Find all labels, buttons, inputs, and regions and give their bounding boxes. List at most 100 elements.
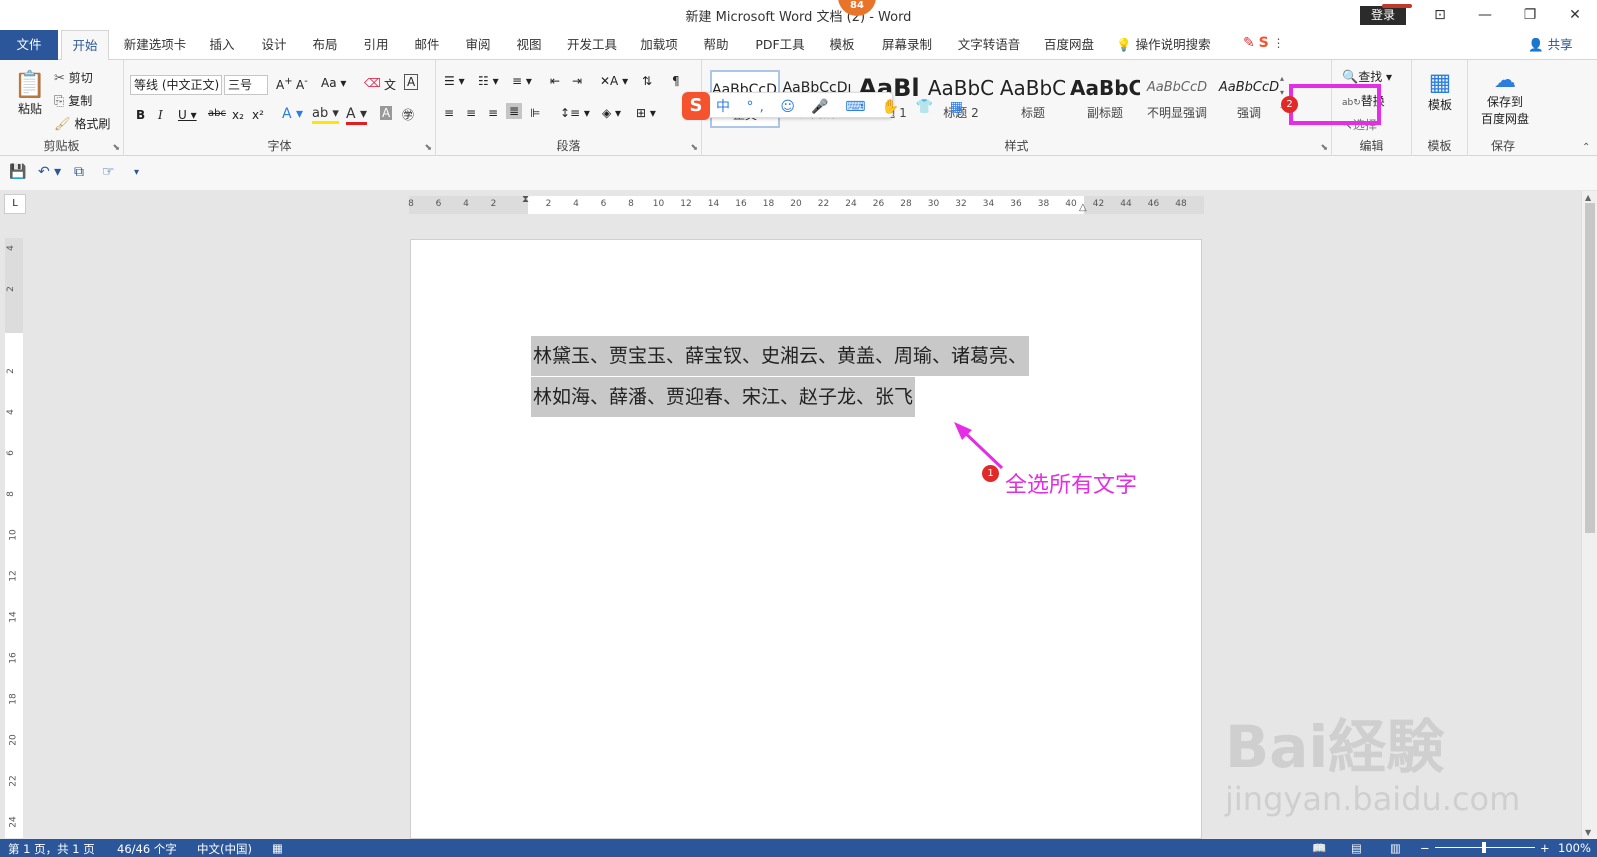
login-button[interactable]: 登录 — [1360, 4, 1412, 25]
save-to-baidu-button[interactable]: ☁ 保存到 百度网盘 — [1476, 68, 1534, 127]
vertical-ruler[interactable]: 4 2 2 4 6 8 10 12 14 16 18 20 22 24 — [5, 238, 23, 838]
numbering-icon[interactable]: ☷ ▾ — [478, 74, 499, 88]
word-count[interactable]: 46/46 个字 — [117, 841, 177, 857]
tab-pdf-tools[interactable]: PDF工具 — [748, 30, 812, 60]
format-painter-button[interactable]: 🖌 格式刷 — [54, 115, 110, 132]
ime-tools[interactable]: 中 °, ☺ 🎤 ⌨ ✋ 👕 ▦ — [716, 96, 969, 116]
tell-me-search[interactable]: 💡 操作说明搜索 — [1116, 30, 1211, 60]
grow-font-icon[interactable]: A+ — [276, 76, 293, 92]
style-subtitle[interactable]: AaBbC 副标题 — [1070, 70, 1140, 128]
paragraph-launcher-icon[interactable]: ⬊ — [690, 143, 698, 153]
multilevel-list-icon[interactable]: ≡ ▾ — [512, 74, 532, 88]
subscript-icon[interactable]: x₂ — [232, 108, 244, 122]
tab-file[interactable]: 文件 — [0, 30, 58, 60]
bullets-icon[interactable]: ☰ ▾ — [444, 74, 465, 88]
phonetic-guide-icon[interactable]: 文 — [384, 76, 396, 93]
sogou-logo-icon[interactable]: S — [682, 92, 710, 120]
font-color-icon[interactable]: A ▾ — [346, 106, 368, 125]
copy-button[interactable]: ⎘ 复制 — [54, 92, 92, 109]
change-case-icon[interactable]: Aa ▾ — [321, 76, 346, 90]
zoom-in-icon[interactable]: + — [1540, 841, 1550, 855]
tab-home[interactable]: 开始 — [61, 30, 109, 61]
increase-indent-icon[interactable]: ⇥ — [572, 74, 582, 88]
italic-icon[interactable]: I — [158, 108, 163, 122]
cut-button[interactable]: ✂ 剪切 — [54, 69, 93, 86]
language-indicator[interactable]: 中文(中国) — [197, 841, 252, 857]
show-marks-icon[interactable]: ¶ — [672, 74, 680, 88]
sogou-icon[interactable]: S — [1259, 35, 1269, 51]
tab-design[interactable]: 设计 — [254, 30, 294, 60]
collapse-ribbon-icon[interactable]: ⌃ — [1582, 142, 1590, 153]
tab-mailings[interactable]: 邮件 — [407, 30, 447, 60]
horizontal-ruler[interactable]: 8 6 4 2 2 4 6 8 10 12 14 16 18 20 22 24 26 28 30 32 34 36 38 40… — [408, 194, 1204, 214]
highlight-color-icon[interactable]: ab ▾ — [312, 106, 339, 124]
sort-icon[interactable]: ⇅ — [642, 74, 652, 88]
undo-icon[interactable]: ↶ ▾ — [38, 164, 61, 180]
font-launcher-icon[interactable]: ⬊ — [424, 143, 432, 153]
minimize-button[interactable]: — — [1463, 3, 1507, 27]
shrink-font-icon[interactable]: A- — [296, 76, 308, 92]
decrease-indent-icon[interactable]: ⇤ — [550, 74, 560, 88]
restore-button[interactable]: ❐ — [1508, 3, 1552, 27]
zoom-slider-thumb[interactable] — [1482, 842, 1486, 853]
clipboard-launcher-icon[interactable]: ⬊ — [112, 143, 120, 153]
save-icon[interactable]: 💾 — [9, 164, 26, 180]
tab-baidu-netdisk[interactable]: 百度网盘 — [1037, 30, 1101, 60]
enclose-characters-icon[interactable]: ㊫ — [402, 106, 414, 123]
tab-developer[interactable]: 开发工具 — [562, 30, 622, 60]
indent-marker-icon[interactable]: ⧗ — [522, 194, 529, 205]
right-indent-marker-icon[interactable]: △ — [1079, 202, 1087, 213]
align-left-icon[interactable]: ≡ — [444, 106, 454, 120]
page-count[interactable]: 第 1 页，共 1 页 — [8, 841, 95, 857]
tab-template[interactable]: 模板 — [822, 30, 862, 60]
zoom-out-icon[interactable]: − — [1420, 841, 1430, 855]
macro-record-icon[interactable]: ▦ — [272, 841, 283, 855]
customize-qat-icon[interactable]: ▾ — [134, 167, 139, 178]
zoom-level[interactable]: 100% — [1558, 841, 1591, 855]
document-page[interactable]: 林黛玉、贾宝玉、薛宝钗、史湘云、黄盖、周瑜、诸葛亮、 林如海、薛潘、贾迎春、宋江… — [410, 239, 1202, 839]
pdf-icon[interactable]: ✎ — [1243, 35, 1255, 51]
touch-mode-icon[interactable]: ☞ — [102, 164, 115, 180]
tab-help[interactable]: 帮助 — [696, 30, 736, 60]
tab-insert[interactable]: 插入 — [202, 30, 242, 60]
font-name-select[interactable]: 等线 (中文正文) — [130, 75, 222, 95]
strikethrough-icon[interactable]: abc — [208, 108, 226, 119]
character-shading-icon[interactable]: A — [380, 106, 393, 120]
paste-button[interactable]: 📋 粘贴 — [12, 70, 48, 117]
tab-text-to-speech[interactable]: 文字转语音 — [951, 30, 1027, 60]
template-button[interactable]: ▦ 模板 — [1424, 68, 1456, 113]
tab-addins[interactable]: 加载项 — [634, 30, 684, 60]
shading-icon[interactable]: ◈ ▾ — [602, 106, 621, 120]
read-mode-icon[interactable]: 📖 — [1312, 841, 1326, 855]
font-size-select[interactable]: 三号 — [224, 75, 268, 95]
tab-new-tab[interactable]: 新建选项卡 — [117, 30, 193, 60]
line-spacing-icon[interactable]: ↕≡ ▾ — [560, 106, 590, 120]
character-border-icon[interactable]: A — [404, 74, 419, 90]
vertical-scrollbar[interactable]: ▲ ▼ — [1581, 191, 1597, 839]
find-button[interactable]: 🔍查找 ▾ — [1342, 68, 1392, 85]
underline-icon[interactable]: U ▾ — [178, 108, 197, 122]
style-emphasis[interactable]: AaBbCcD 强调 — [1214, 70, 1284, 128]
text-effects-icon[interactable]: A ▾ — [282, 106, 303, 122]
align-right-icon[interactable]: ≡ — [488, 106, 498, 120]
bold-icon[interactable]: B — [136, 108, 145, 122]
style-subtle-emphasis[interactable]: AaBbCcD 不明显强调 — [1142, 70, 1212, 128]
style-title[interactable]: AaBbC 标题 — [998, 70, 1068, 128]
web-layout-icon[interactable]: ▥ — [1390, 841, 1401, 855]
scroll-down-icon[interactable]: ▼ — [1585, 828, 1591, 837]
justify-icon[interactable]: ≣ — [506, 103, 523, 119]
styles-launcher-icon[interactable]: ⬊ — [1320, 143, 1328, 153]
superscript-icon[interactable]: x² — [252, 108, 264, 122]
more-icon[interactable]: ⋮ — [1272, 36, 1284, 50]
tab-layout[interactable]: 布局 — [305, 30, 345, 60]
document-line-1[interactable]: 林黛玉、贾宝玉、薛宝钗、史湘云、黄盖、周瑜、诸葛亮、 — [531, 336, 1030, 376]
clear-format-icon[interactable]: ⌫ — [364, 76, 381, 90]
align-center-icon[interactable]: ≡ — [466, 106, 476, 120]
copy-format-icon[interactable]: ⧉ — [74, 164, 84, 180]
document-line-2[interactable]: 林如海、薛潘、贾迎春、宋江、赵子龙、张飞 — [531, 377, 916, 417]
distributed-icon[interactable]: ⊫ — [530, 106, 540, 120]
tab-references[interactable]: 引用 — [356, 30, 396, 60]
tab-screen-recording[interactable]: 屏幕录制 — [875, 30, 939, 60]
ribbon-display-options-icon[interactable]: ⊡ — [1418, 3, 1462, 27]
tab-review[interactable]: 审阅 — [458, 30, 498, 60]
